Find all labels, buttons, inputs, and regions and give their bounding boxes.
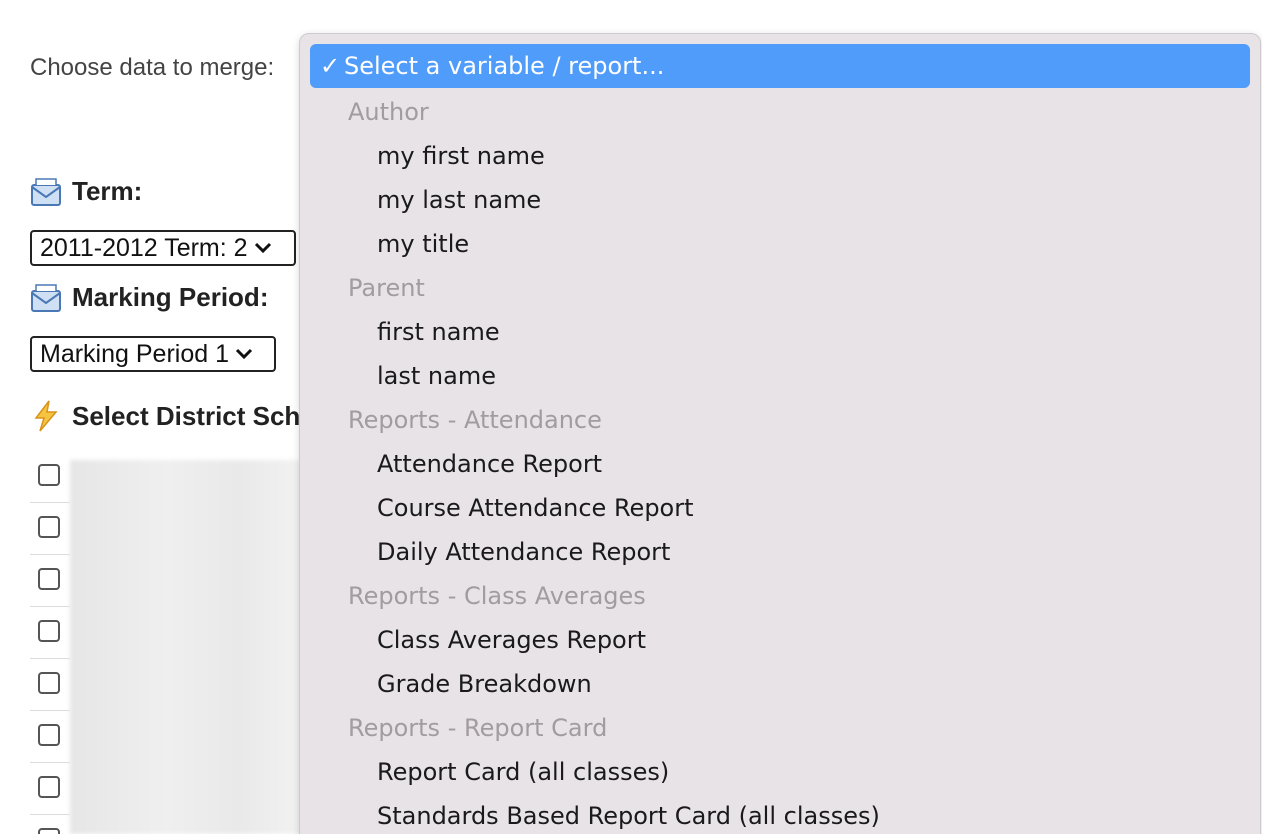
option-group-reports-attendance: Reports - Attendance	[348, 406, 602, 434]
option-my-title[interactable]: my title	[377, 222, 469, 266]
option-group-reports-report-card: Reports - Report Card	[348, 714, 608, 742]
row-checkbox[interactable]	[38, 620, 60, 642]
row-checkbox[interactable]	[38, 464, 60, 486]
marking-period-select[interactable]: Marking Period 1	[30, 336, 276, 372]
merge-variable-dropdown-menu: ✓ Select a variable / report... Author m…	[299, 33, 1261, 834]
row-checkbox[interactable]	[38, 516, 60, 538]
option-group-reports-class-averages: Reports - Class Averages	[348, 582, 646, 610]
list-item	[30, 762, 70, 815]
dropdown-selected-option[interactable]: ✓ Select a variable / report...	[310, 44, 1250, 88]
chevron-down-icon	[235, 348, 253, 360]
option-report-card-all-classes[interactable]: Report Card (all classes)	[377, 750, 669, 794]
list-item	[30, 658, 70, 711]
row-checkbox[interactable]	[38, 568, 60, 590]
list-item	[30, 814, 70, 834]
checkmark-icon: ✓	[319, 52, 341, 80]
list-item	[30, 554, 70, 607]
option-last-name[interactable]: last name	[377, 354, 496, 398]
option-my-last-name[interactable]: my last name	[377, 178, 541, 222]
term-heading-label: Term:	[72, 176, 143, 206]
term-heading: Term:	[30, 176, 142, 207]
envelope-icon	[31, 177, 61, 206]
district-heading: Select District School	[30, 400, 339, 432]
marking-period-heading: Marking Period:	[30, 282, 268, 313]
term-select-value: 2011-2012 Term: 2	[40, 233, 248, 262]
list-item	[30, 710, 70, 763]
option-course-attendance-report[interactable]: Course Attendance Report	[377, 486, 694, 530]
option-daily-attendance-report[interactable]: Daily Attendance Report	[377, 530, 670, 574]
lightning-icon	[34, 400, 58, 432]
merge-label: Choose data to merge:	[30, 54, 275, 81]
term-select[interactable]: 2011-2012 Term: 2	[30, 230, 296, 266]
list-item	[30, 606, 70, 659]
marking-period-select-value: Marking Period 1	[40, 339, 229, 368]
dropdown-selected-label: Select a variable / report...	[344, 52, 665, 80]
option-my-first-name[interactable]: my first name	[377, 134, 545, 178]
list-item	[30, 502, 70, 555]
row-checkbox[interactable]	[38, 828, 60, 834]
option-group-author: Author	[348, 98, 429, 126]
row-checkbox[interactable]	[38, 724, 60, 746]
row-checkbox[interactable]	[38, 672, 60, 694]
marking-period-heading-label: Marking Period:	[72, 282, 269, 312]
option-attendance-report[interactable]: Attendance Report	[377, 442, 602, 486]
redacted-school-list	[70, 460, 310, 834]
option-class-averages-report[interactable]: Class Averages Report	[377, 618, 646, 662]
envelope-icon	[31, 283, 61, 312]
row-checkbox[interactable]	[38, 776, 60, 798]
page: Choose data to merge: Term: 2011-2012 Te…	[0, 0, 1262, 834]
option-grade-breakdown[interactable]: Grade Breakdown	[377, 662, 592, 706]
option-group-parent: Parent	[348, 274, 425, 302]
chevron-down-icon	[254, 242, 271, 254]
option-standards-based-report-card[interactable]: Standards Based Report Card (all classes…	[377, 794, 880, 834]
option-first-name[interactable]: first name	[377, 310, 500, 354]
list-item	[30, 450, 70, 503]
